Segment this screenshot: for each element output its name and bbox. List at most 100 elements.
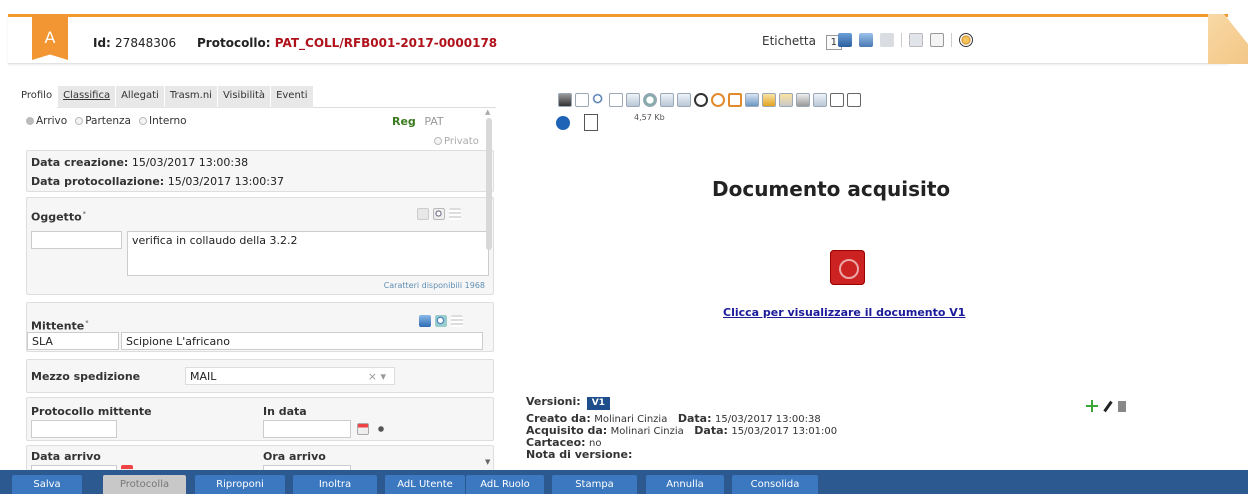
version-badge[interactable]: V1 — [586, 397, 610, 410]
protocollo-mittente-input[interactable] — [31, 420, 117, 438]
checkbox-icon — [434, 137, 442, 145]
protocol-search-icon[interactable] — [375, 423, 387, 435]
oggetto-label-text: Oggetto — [31, 210, 82, 224]
clear-glyph: × — [367, 370, 377, 383]
signature-icon[interactable] — [660, 93, 674, 107]
oggetto-code-input[interactable] — [31, 231, 122, 249]
radio-arrivo-label: Arrivo — [36, 115, 68, 127]
tab-profilo[interactable]: Profilo — [16, 86, 58, 108]
lock-icon[interactable] — [762, 93, 776, 107]
mittente-label: Mittente• — [31, 317, 90, 333]
radio-interno[interactable]: Interno — [138, 115, 187, 127]
acquisito-data-value: 15/03/2017 13:01:00 — [731, 426, 838, 437]
oggetto-dictionary-icon[interactable] — [417, 208, 429, 220]
inoltra-button[interactable]: Inoltra — [293, 475, 377, 494]
header-decoration — [1208, 14, 1248, 64]
scan-icon[interactable] — [745, 93, 759, 107]
direction-radio-group: Arrivo Partenza Interno — [26, 115, 187, 127]
print-icon[interactable] — [830, 93, 844, 107]
id-label: Id: — [93, 36, 111, 50]
chevron-down-icon: ▾ — [380, 370, 386, 383]
profile-scrollbar[interactable]: ▲ ▼ — [482, 108, 496, 466]
address-book-icon[interactable] — [419, 315, 431, 327]
barcode-icon[interactable] — [909, 33, 923, 47]
list-icon[interactable] — [449, 208, 461, 220]
consolida-button[interactable]: Consolida — [732, 475, 818, 494]
search-icon[interactable] — [433, 208, 445, 220]
riproponi-button[interactable]: Riproponi — [195, 475, 285, 494]
badge-letter: A — [44, 27, 56, 47]
tab-allegati[interactable]: Allegati — [116, 86, 164, 108]
protocollo-mittente-box: Protocollo mittente In data — [26, 397, 494, 441]
add-version-icon[interactable] — [1086, 400, 1098, 412]
print-disabled-icon — [880, 33, 894, 47]
privato-label: Privato — [444, 136, 479, 147]
data-arrivo-label: Data arrivo — [31, 450, 101, 463]
radio-interno-label: Interno — [148, 115, 187, 127]
tab-visibilita[interactable]: Visibilità — [217, 86, 271, 108]
edit-icon[interactable] — [626, 93, 640, 107]
print-label-icon[interactable] — [838, 33, 852, 47]
tab-eventi[interactable]: Eventi — [271, 86, 313, 108]
mittente-box: Mittente• SLA Scipione L'africano — [26, 302, 494, 352]
unlock-icon[interactable] — [779, 93, 793, 107]
timestamp-icon[interactable] — [694, 93, 708, 107]
convert-search-icon[interactable] — [728, 93, 742, 107]
timer-icon[interactable] — [959, 33, 973, 47]
print-receipt-icon[interactable] — [859, 33, 873, 47]
mezzo-box: Mezzo spedizione MAIL × ▾ — [26, 359, 494, 393]
in-data-input[interactable] — [263, 420, 351, 438]
checkout-icon[interactable] — [796, 93, 810, 107]
list-icon[interactable] — [451, 315, 463, 327]
mittente-name-input[interactable]: Scipione L'africano — [121, 332, 483, 350]
search-correspondent-icon[interactable] — [435, 315, 447, 327]
toolbar-divider — [901, 33, 902, 47]
privato-checkbox[interactable]: Privato — [434, 136, 479, 147]
scrollbar-thumb[interactable] — [486, 118, 492, 250]
document-type-badge: A — [32, 14, 68, 60]
document-viewer: 4,57 Kb Documento acquisito Clicca per v… — [500, 80, 1248, 470]
acquisito-data-label: Data: — [694, 424, 728, 437]
calendar-icon[interactable] — [357, 423, 369, 435]
registro-select[interactable]: PAT — [424, 115, 443, 128]
protocol-label: Protocollo: — [197, 36, 271, 50]
oggetto-textarea[interactable]: verifica in collaudo della 3.2.2 — [127, 231, 489, 276]
data-creazione-label: Data creazione: — [31, 156, 129, 169]
pdf-icon[interactable] — [830, 250, 865, 285]
radio-partenza[interactable]: Partenza — [75, 115, 131, 127]
fullscreen-icon[interactable] — [813, 93, 827, 107]
mezzo-clear-icon[interactable]: × ▾ — [368, 370, 386, 383]
annulla-button[interactable]: Annulla — [646, 475, 724, 494]
adl-utente-button[interactable]: AdL Utente — [385, 475, 465, 494]
etichetta: Etichetta 1 — [762, 34, 842, 50]
edit-version-icon[interactable] — [1103, 400, 1113, 412]
clipboard-icon[interactable] — [584, 114, 598, 131]
text-icon[interactable] — [847, 93, 861, 107]
document-toolbar — [558, 93, 861, 107]
zoom-icon[interactable] — [592, 93, 606, 107]
check-icon[interactable] — [643, 93, 657, 107]
mittente-code-input[interactable]: SLA — [27, 332, 119, 350]
adl-ruolo-button[interactable]: AdL Ruolo — [466, 475, 544, 494]
tab-classifica[interactable]: Classifica — [58, 86, 116, 108]
registro-label: Reg — [392, 115, 416, 128]
upload-icon[interactable] — [558, 93, 572, 107]
info-icon[interactable] — [556, 116, 570, 130]
delete-version-icon[interactable] — [1118, 400, 1126, 412]
in-data-label: In data — [263, 405, 307, 418]
scroll-down-icon[interactable]: ▼ — [485, 458, 490, 466]
versioni-panel: Versioni: V1 Creato da: Molinari Cinzia D… — [526, 396, 837, 460]
page-search-icon[interactable] — [575, 93, 589, 107]
etichetta-label: Etichetta — [762, 34, 816, 48]
view-document-link[interactable]: Clicca per visualizzare il documento V1 — [723, 306, 965, 319]
tab-trasmissioni[interactable]: Trasm.ni — [164, 86, 217, 108]
convert-icon[interactable] — [711, 93, 725, 107]
preview-icon[interactable] — [609, 93, 623, 107]
salva-button[interactable]: Salva — [12, 475, 82, 494]
mezzo-select[interactable]: MAIL × ▾ — [185, 367, 395, 385]
stamp-icon[interactable] — [677, 93, 691, 107]
scroll-up-icon[interactable]: ▲ — [485, 108, 490, 116]
radio-arrivo[interactable]: Arrivo — [26, 115, 67, 127]
form-icon[interactable] — [930, 33, 944, 47]
stampa-button[interactable]: Stampa — [552, 475, 637, 494]
